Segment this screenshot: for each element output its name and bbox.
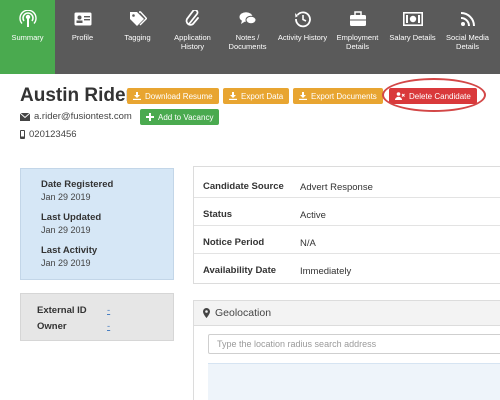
last-activity-block: Last Activity Jan 29 2019 bbox=[41, 245, 97, 268]
last-activity-label: Last Activity bbox=[41, 245, 98, 256]
geolocation-title: Geolocation bbox=[215, 307, 272, 319]
candidate-phone-row: 020123456 bbox=[20, 129, 77, 140]
mobile-phone-icon bbox=[20, 130, 25, 139]
details-row: Candidate Source Advert Response bbox=[194, 170, 500, 198]
id-card-icon bbox=[74, 10, 92, 28]
briefcase-icon bbox=[349, 10, 367, 28]
dates-panel: Date Registered Jan 29 2019 Last Updated… bbox=[20, 168, 174, 280]
money-icon bbox=[402, 10, 423, 28]
nav-tab-activity-history[interactable]: Activity History bbox=[275, 0, 330, 74]
plus-icon bbox=[146, 113, 154, 121]
add-to-vacancy-label: Add to Vacancy bbox=[158, 112, 214, 122]
nav-label: Profile bbox=[71, 33, 94, 42]
candidate-name: Austin Rider bbox=[20, 85, 133, 106]
comments-icon bbox=[239, 10, 257, 28]
location-radius-search-input[interactable] bbox=[208, 334, 500, 354]
nav-tab-employment-details[interactable]: Employment Details bbox=[330, 0, 385, 74]
history-icon bbox=[294, 10, 312, 28]
highlight-ellipse bbox=[382, 78, 486, 112]
nav-label: Application History bbox=[174, 33, 211, 51]
details-row-label: Availability Date bbox=[203, 265, 277, 276]
nav-label: Employment Details bbox=[336, 33, 379, 51]
podcast-icon bbox=[18, 10, 37, 28]
map-area[interactable] bbox=[208, 363, 500, 400]
nav-label: Social Media Details bbox=[446, 33, 489, 51]
external-id-value[interactable]: - bbox=[107, 305, 110, 316]
download-icon bbox=[299, 92, 307, 100]
external-id-label: External ID bbox=[37, 305, 87, 316]
owner-label: Owner bbox=[37, 321, 67, 332]
details-row-value: Immediately bbox=[300, 266, 352, 277]
date-registered-value: Jan 29 2019 bbox=[41, 192, 91, 202]
candidate-phone[interactable]: 020123456 bbox=[29, 129, 77, 140]
download-icon bbox=[133, 92, 141, 100]
rss-icon bbox=[460, 10, 476, 28]
candidate-email-row: a.rider@fusiontest.com bbox=[20, 111, 132, 122]
candidate-details-table: Candidate Source Advert Response Status … bbox=[193, 166, 500, 284]
download-icon bbox=[229, 92, 237, 100]
nav-tab-social-media-details[interactable]: Social Media Details bbox=[440, 0, 495, 74]
nav-tab-tagging[interactable]: Tagging bbox=[110, 0, 165, 74]
details-row: Notice Period N/A bbox=[194, 226, 500, 254]
details-row-value: N/A bbox=[300, 238, 316, 249]
download-resume-button[interactable]: Download Resume bbox=[127, 88, 219, 104]
nav-label: Summary bbox=[11, 33, 44, 42]
nav-tab-application-history[interactable]: Application History bbox=[165, 0, 220, 74]
details-row-label: Notice Period bbox=[203, 237, 265, 248]
export-documents-button[interactable]: Export Documents bbox=[293, 88, 383, 104]
nav-tab-salary-details[interactable]: Salary Details bbox=[385, 0, 440, 74]
details-row-label: Status bbox=[203, 209, 233, 220]
export-documents-label: Export Documents bbox=[311, 91, 377, 101]
download-resume-label: Download Resume bbox=[145, 91, 213, 101]
details-row-value: Active bbox=[300, 210, 326, 221]
owner-value[interactable]: - bbox=[107, 321, 110, 332]
nav-tab-summary[interactable]: Summary bbox=[0, 0, 55, 74]
nav-label: Tagging bbox=[124, 33, 151, 42]
last-updated-value: Jan 29 2019 bbox=[41, 225, 91, 235]
map-marker-icon bbox=[203, 308, 210, 318]
export-data-button[interactable]: Export Data bbox=[223, 88, 290, 104]
add-to-vacancy-button[interactable]: Add to Vacancy bbox=[140, 109, 220, 125]
geolocation-panel: Geolocation bbox=[193, 300, 500, 400]
last-activity-value: Jan 29 2019 bbox=[41, 258, 91, 268]
date-registered-label: Date Registered bbox=[41, 179, 114, 190]
tags-icon bbox=[129, 10, 147, 28]
date-registered-block: Date Registered Jan 29 2019 bbox=[41, 179, 113, 202]
nav-label: Notes / Documents bbox=[228, 33, 267, 51]
external-panel: External ID - Owner - bbox=[20, 293, 174, 341]
details-row-label: Candidate Source bbox=[203, 181, 284, 192]
geolocation-header: Geolocation bbox=[194, 301, 500, 326]
nav-label: Salary Details bbox=[389, 33, 436, 42]
top-nav: Summary Profile Tagging Application Hist… bbox=[0, 0, 500, 74]
nav-label: Activity History bbox=[277, 33, 328, 42]
envelope-icon bbox=[20, 112, 30, 121]
details-row-value: Advert Response bbox=[300, 182, 373, 193]
export-data-label: Export Data bbox=[241, 91, 284, 101]
nav-tab-profile[interactable]: Profile bbox=[55, 0, 110, 74]
nav-tab-notes-documents[interactable]: Notes / Documents bbox=[220, 0, 275, 74]
last-updated-block: Last Updated Jan 29 2019 bbox=[41, 212, 101, 235]
details-row: Availability Date Immediately bbox=[194, 254, 500, 282]
candidate-email[interactable]: a.rider@fusiontest.com bbox=[34, 111, 132, 122]
details-row: Status Active bbox=[194, 198, 500, 226]
paperclip-icon bbox=[185, 10, 201, 28]
last-updated-label: Last Updated bbox=[41, 212, 102, 223]
